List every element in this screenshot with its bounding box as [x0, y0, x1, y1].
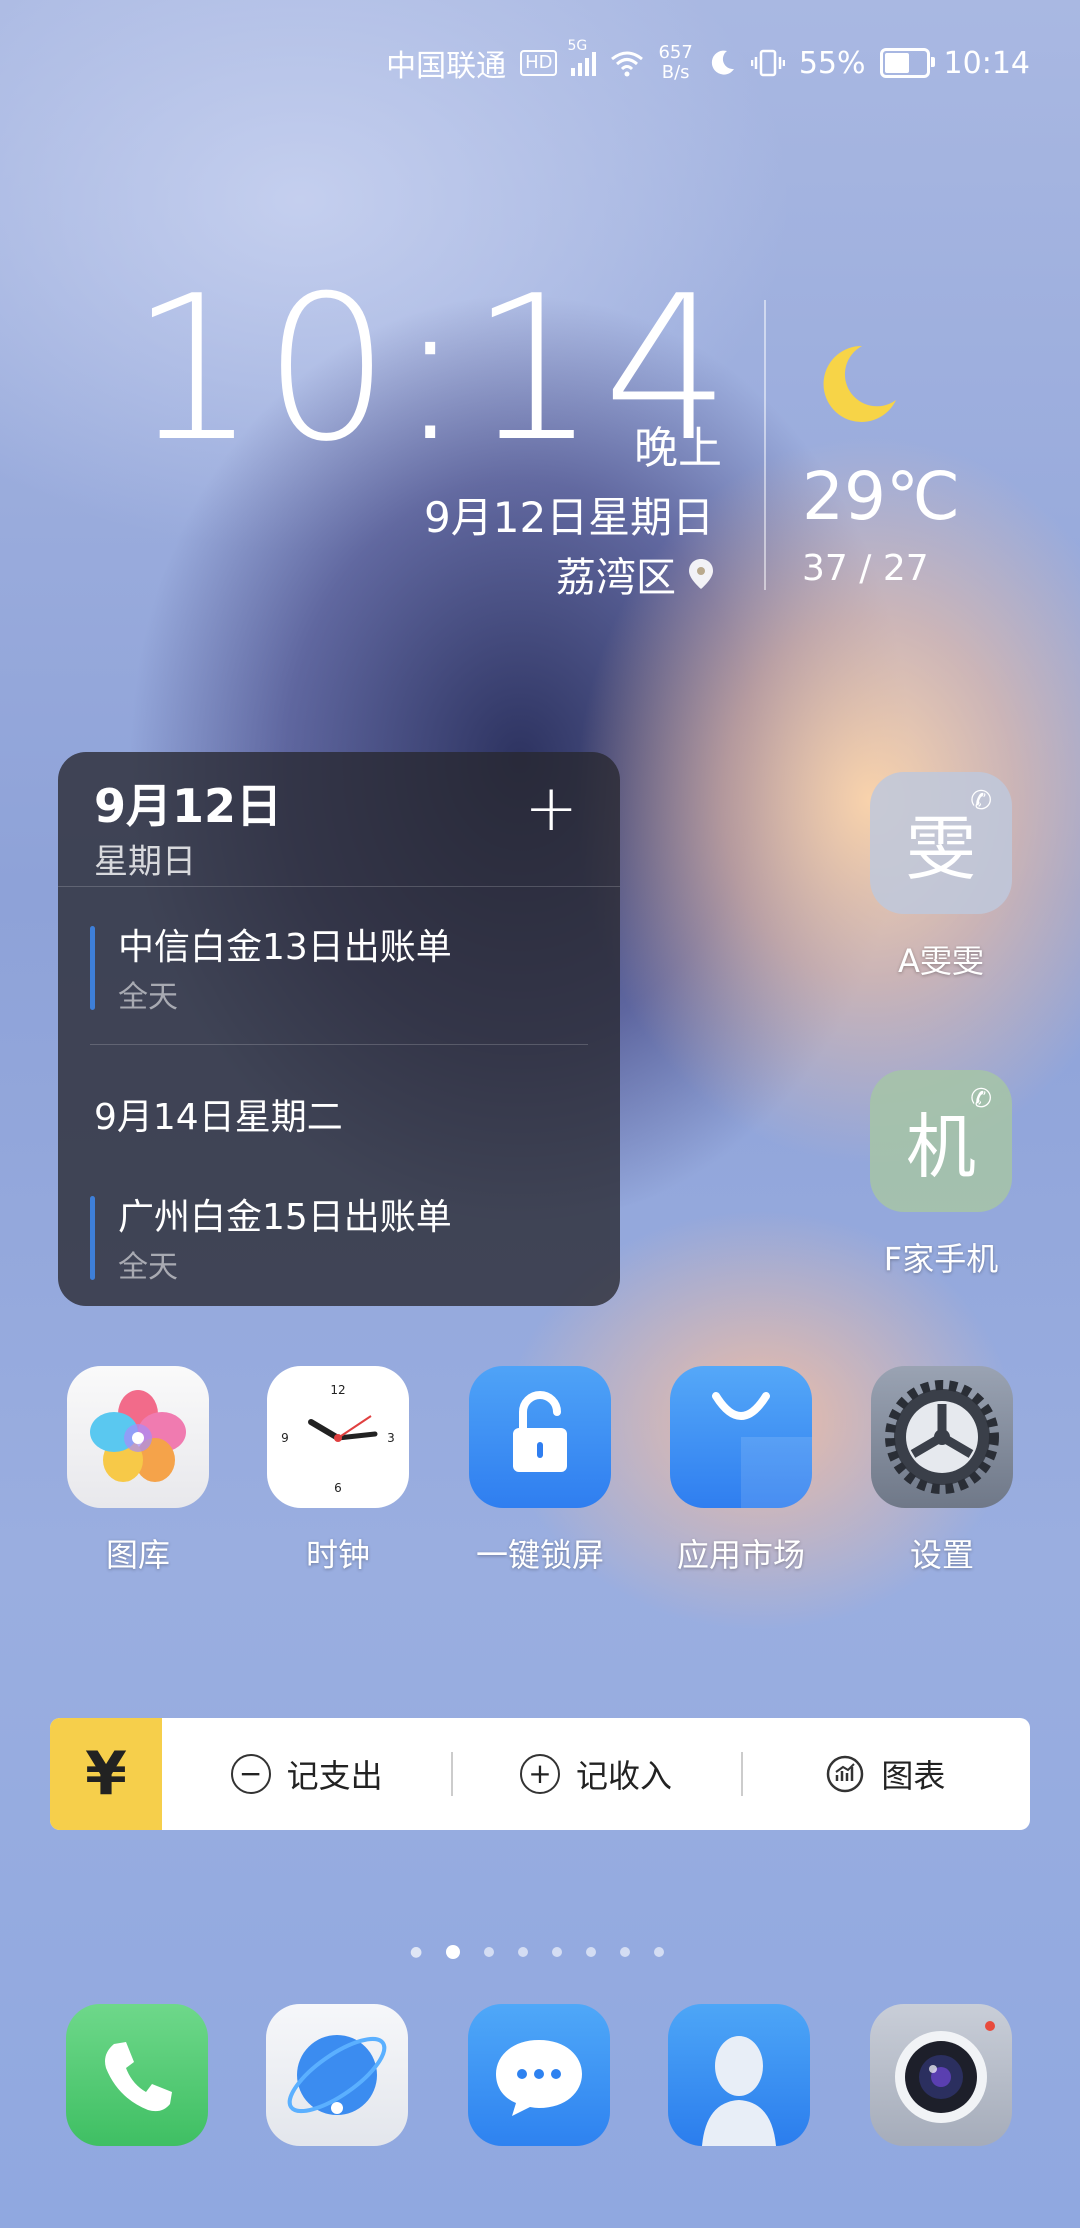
phone-small-icon: ✆ [970, 1084, 992, 1114]
clock-face-9: 9 [281, 1431, 289, 1445]
vibrate-icon [750, 49, 785, 77]
widget-divider [764, 300, 766, 590]
app-clock[interactable]: 12 3 6 9 时钟 [258, 1366, 418, 1576]
event-color-bar [90, 1196, 95, 1280]
bookkeeping-widget: ¥ − 记支出 + 记收入 图表 [50, 1718, 1030, 1830]
chart-button[interactable]: 图表 [740, 1718, 1030, 1830]
page-dot[interactable] [518, 1947, 529, 1957]
dock-contacts[interactable] [668, 2004, 810, 2146]
wifi-icon [611, 51, 644, 77]
net-speed-value: 657 [658, 42, 693, 63]
contact-glyph: 雯 [906, 807, 976, 890]
dock-browser[interactable] [266, 2004, 408, 2146]
clock-ampm: 晚上 [634, 423, 722, 474]
contact-avatar: 雯 ✆ [870, 772, 1012, 914]
app-market-icon [670, 1366, 812, 1508]
page-dot-current[interactable] [446, 1945, 461, 1959]
moon-icon [711, 50, 734, 75]
clock-face-12: 12 [330, 1383, 345, 1397]
contact-avatar: 机 ✆ [870, 1070, 1012, 1212]
calendar-date: 9月12日 [94, 779, 283, 833]
contact-label: A雯雯 [898, 942, 984, 980]
calendar-event[interactable]: 中信白金13日出账单 全天 [90, 918, 590, 1015]
calendar-weekday: 星期日 [94, 842, 196, 882]
clock-date[interactable]: 9月12日星期日 [424, 484, 714, 545]
battery-percent: 55% [798, 45, 866, 81]
lock-icon [469, 1366, 611, 1508]
calendar-next-date: 9月14日星期二 [94, 1097, 343, 1138]
net-speed-unit: B/s [661, 62, 690, 83]
status-time: 10:14 [943, 45, 1030, 81]
chart-circle-icon [827, 1755, 864, 1793]
camera-icon [870, 2004, 1012, 2146]
contacts-icon [668, 2004, 810, 2146]
gallery-icon [67, 1366, 209, 1508]
minus-circle-icon: − [230, 1754, 271, 1794]
page-dot[interactable] [552, 1947, 563, 1957]
app-gallery[interactable]: 图库 [58, 1366, 218, 1576]
dock-phone[interactable] [66, 2004, 208, 2146]
contact-shortcut-home-phone[interactable]: 机 ✆ F家手机 [870, 1070, 1012, 1280]
weather-location[interactable]: 荔湾区 [556, 545, 714, 603]
event-time: 全天 [118, 1250, 178, 1285]
page-dot[interactable] [586, 1947, 597, 1957]
calendar-divider [58, 886, 620, 887]
clock-face-3: 3 [387, 1431, 395, 1445]
app-label: 设置 [909, 1536, 974, 1574]
messages-icon [468, 2004, 610, 2146]
record-expense-label: 记支出 [286, 1757, 383, 1795]
app-settings[interactable]: 设置 [862, 1366, 1022, 1576]
app-label: 图库 [105, 1536, 170, 1574]
location-pin-icon [689, 559, 713, 589]
calendar-event[interactable]: 广州白金15日出账单 全天 [90, 1188, 590, 1285]
hd-badge: HD [520, 50, 558, 76]
weather-temperature[interactable]: 29℃ [802, 458, 960, 535]
status-bar: 中国联通 HD 5G 657 B/s 55% 10:14 [386, 38, 1030, 88]
app-label: 时钟 [305, 1536, 370, 1574]
carrier-label: 中国联通 [386, 49, 507, 84]
page-indicator[interactable]: ● [410, 1944, 665, 1960]
event-time: 全天 [118, 980, 178, 1015]
weather-range: 37 / 27 [802, 548, 929, 589]
add-event-button[interactable]: + [524, 772, 578, 846]
page-dot[interactable] [620, 1947, 631, 1957]
yen-icon[interactable]: ¥ [50, 1718, 162, 1830]
calendar-widget[interactable]: 9月12日 星期日 + 中信白金13日出账单 全天 9月14日星期二 广州白金1… [58, 752, 620, 1306]
location-label: 荔湾区 [556, 555, 676, 601]
battery-icon [879, 48, 935, 78]
event-color-bar [90, 926, 95, 1010]
event-title: 中信白金13日出账单 [118, 927, 452, 968]
net-speed: 657 B/s [658, 43, 692, 83]
page-dot[interactable] [654, 1947, 665, 1957]
phone-small-icon: ✆ [970, 786, 992, 816]
dock-messages[interactable] [468, 2004, 610, 2146]
network-label: 5G [567, 38, 588, 54]
contact-shortcut-wenwen[interactable]: 雯 ✆ A雯雯 [870, 772, 1012, 982]
browser-icon [266, 2004, 408, 2146]
plus-circle-icon: + [519, 1754, 560, 1794]
record-income-label: 记收入 [575, 1757, 672, 1795]
page-dot-search[interactable]: ● [410, 1944, 422, 1960]
calendar-divider [90, 1044, 588, 1045]
gear-icon [871, 1366, 1013, 1508]
page-dot[interactable] [484, 1947, 495, 1957]
chart-label: 图表 [881, 1757, 946, 1795]
weather-moon-icon [823, 345, 896, 422]
app-market[interactable]: 应用市场 [661, 1366, 821, 1576]
app-one-key-lock[interactable]: 一键锁屏 [460, 1366, 620, 1576]
app-label: 应用市场 [676, 1536, 805, 1574]
clock-face-6: 6 [334, 1481, 342, 1495]
record-income-button[interactable]: + 记收入 [451, 1718, 740, 1830]
contact-glyph: 机 [906, 1105, 976, 1188]
event-title: 广州白金15日出账单 [118, 1197, 452, 1238]
signal-icon: 5G [567, 38, 597, 76]
clock-icon: 12 3 6 9 [267, 1366, 409, 1508]
contact-label: F家手机 [883, 1240, 999, 1278]
phone-icon [66, 2004, 208, 2146]
record-expense-button[interactable]: − 记支出 [162, 1718, 451, 1830]
dock-camera[interactable] [870, 2004, 1012, 2146]
app-label: 一键锁屏 [475, 1536, 604, 1574]
